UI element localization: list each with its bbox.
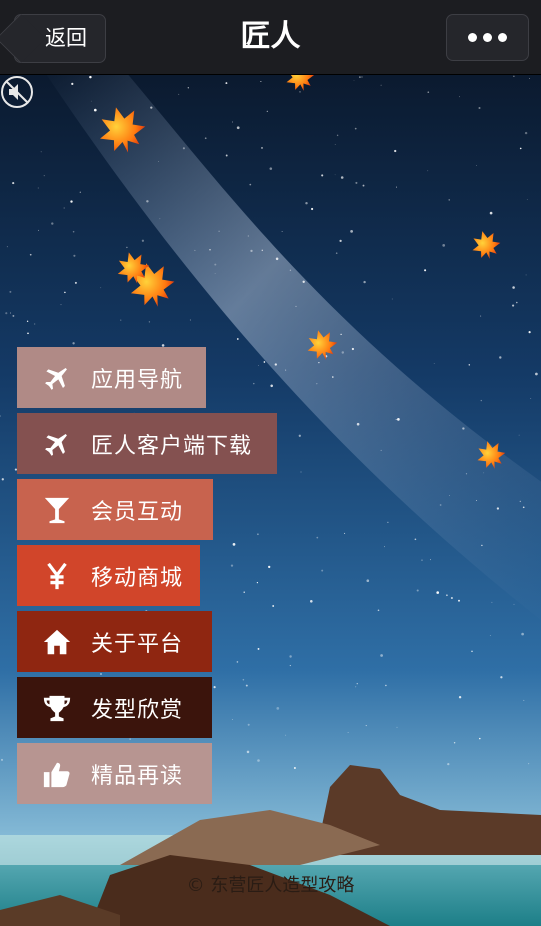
yen-icon [41, 560, 73, 592]
home-icon [41, 626, 73, 658]
trophy-icon [41, 692, 73, 724]
menu-item-3[interactable]: 会员互动 [17, 479, 213, 540]
airplane-icon [41, 428, 73, 460]
menu-item-label: 精品再读 [91, 763, 184, 789]
menu-item-label: 匠人客户端下载 [91, 433, 253, 459]
back-button-label: 返回 [45, 26, 87, 50]
more-dot-icon [498, 33, 507, 42]
menu-item-6[interactable]: 发型欣赏 [17, 677, 212, 738]
menu-item-label: 关于平台 [91, 631, 184, 657]
menu-item-label: 发型欣赏 [91, 697, 184, 723]
menu-item-7[interactable]: 精品再读 [17, 743, 212, 804]
thumbs-up-icon [41, 758, 73, 790]
menu-item-2[interactable]: 匠人客户端下载 [17, 413, 277, 474]
more-options-button[interactable] [446, 14, 529, 61]
airplane-icon [41, 362, 73, 394]
menu-item-label: 会员互动 [91, 499, 184, 525]
footer-copyright: © 东营匠人造型攻略 [186, 875, 355, 896]
navigation-bar: 返回 匠人 [0, 0, 541, 75]
cocktail-glass-icon [41, 494, 73, 526]
more-dot-icon [483, 33, 492, 42]
menu-item-4[interactable]: 移动商城 [17, 545, 200, 606]
menu-item-label: 移动商城 [91, 565, 184, 591]
menu-item-5[interactable]: 关于平台 [17, 611, 212, 672]
menu-item-label: 应用导航 [91, 367, 184, 393]
menu-item-1[interactable]: 应用导航 [17, 347, 206, 408]
more-dot-icon [468, 33, 477, 42]
mute-speaker-icon[interactable] [0, 75, 34, 109]
